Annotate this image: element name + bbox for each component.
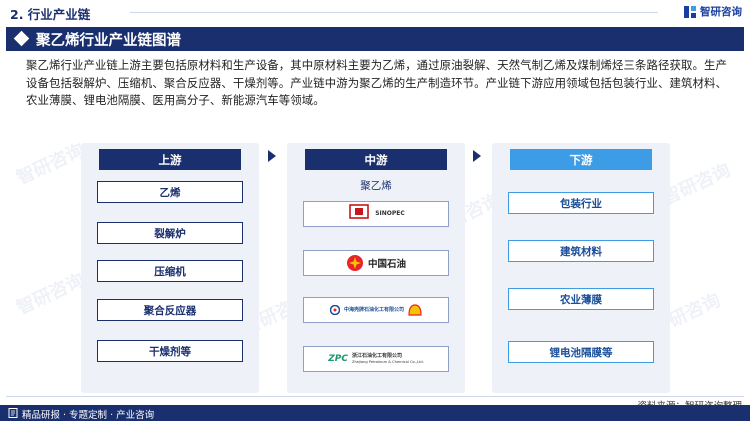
midstream-header: 中游 bbox=[305, 149, 447, 170]
footer-services: 精品研报 · 专题定制 · 产业咨询 bbox=[22, 410, 155, 421]
brand-name: 智研咨询 bbox=[700, 6, 742, 18]
diamond-icon bbox=[13, 30, 30, 47]
top-bar: 2. 行业产业链 智研咨询 bbox=[0, 0, 750, 24]
upstream-item: 乙烯 bbox=[97, 181, 243, 203]
cnooc-shell-logo: 中海壳牌石油化工有限公司 bbox=[303, 297, 449, 323]
footer-divider bbox=[6, 396, 744, 397]
upstream-column: 上游 乙烯 裂解炉 压缩机 聚合反应器 干燥剂等 bbox=[81, 143, 259, 393]
downstream-item: 建筑材料 bbox=[508, 240, 654, 262]
chevron-right-icon bbox=[268, 150, 276, 162]
sinopec-logo: SINOPEC bbox=[303, 201, 449, 227]
upstream-item: 压缩机 bbox=[97, 260, 243, 282]
description-text: 聚乙烯行业产业链上游主要包括原材料和生产设备，其中原材料主要为乙烯，通过原油裂解… bbox=[26, 58, 727, 107]
title-band: 聚乙烯行业产业链图谱 bbox=[6, 27, 744, 51]
midstream-column: 中游 聚乙烯 SINOPEC 中国石油 中海壳牌石油化工有限公司 ZPC 浙江石… bbox=[287, 143, 465, 393]
downstream-column: 下游 包装行业 建筑材料 农业薄膜 锂电池隔膜等 bbox=[492, 143, 670, 393]
zpc-mark-icon: ZPC bbox=[328, 354, 348, 364]
downstream-header: 下游 bbox=[510, 149, 652, 170]
petrochina-logo: 中国石油 bbox=[303, 250, 449, 276]
section-label: 2. 行业产业链 bbox=[10, 7, 91, 22]
brand-mark-icon bbox=[684, 5, 696, 18]
zpc-logo: ZPC 浙江石油化工有限公司 Zhejiang Petroleum & Chem… bbox=[303, 346, 449, 372]
report-icon bbox=[8, 408, 18, 418]
downstream-item: 包装行业 bbox=[508, 192, 654, 214]
petrochina-icon bbox=[346, 255, 363, 271]
page-title: 聚乙烯行业产业链图谱 bbox=[36, 33, 181, 49]
header-divider bbox=[130, 12, 658, 13]
upstream-header: 上游 bbox=[99, 149, 241, 170]
footer-bar: 精品研报 · 专题定制 · 产业咨询 bbox=[0, 405, 750, 421]
upstream-item: 裂解炉 bbox=[97, 222, 243, 244]
shell-icon bbox=[408, 304, 422, 316]
chevron-right-icon bbox=[473, 150, 481, 162]
downstream-item: 农业薄膜 bbox=[508, 288, 654, 310]
brand-logo: 智研咨询 bbox=[683, 4, 742, 19]
sinopec-icon bbox=[349, 204, 370, 219]
downstream-item: 锂电池隔膜等 bbox=[508, 341, 654, 363]
watermark: 智研咨询 bbox=[13, 139, 88, 190]
cnooc-icon bbox=[329, 305, 340, 315]
midstream-product: 聚乙烯 bbox=[360, 180, 392, 192]
upstream-item: 干燥剂等 bbox=[97, 340, 243, 362]
upstream-item: 聚合反应器 bbox=[97, 299, 243, 321]
watermark: 智研咨询 bbox=[13, 269, 88, 320]
